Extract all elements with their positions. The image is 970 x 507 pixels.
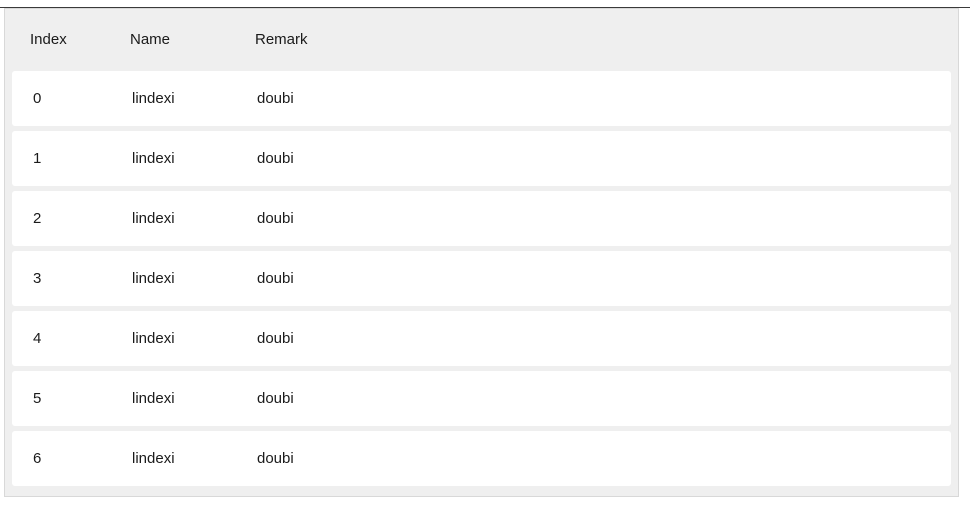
cell-remark: doubi bbox=[257, 90, 294, 107]
cell-index: 1 bbox=[33, 150, 42, 167]
cell-index: 6 bbox=[33, 450, 42, 467]
table-row[interactable]: 0 lindexi doubi bbox=[12, 71, 951, 126]
table-header-row: Index Name Remark bbox=[5, 9, 958, 71]
cell-name: lindexi bbox=[132, 270, 175, 287]
table-row[interactable]: 6 lindexi doubi bbox=[12, 431, 951, 486]
table-body: 0 lindexi doubi 1 lindexi doubi 2 lindex… bbox=[12, 71, 951, 491]
table-row[interactable]: 3 lindexi doubi bbox=[12, 251, 951, 306]
cell-index: 4 bbox=[33, 330, 42, 347]
page: Index Name Remark 0 lindexi doubi 1 lind… bbox=[0, 0, 970, 507]
cell-name: lindexi bbox=[132, 210, 175, 227]
column-header-remark[interactable]: Remark bbox=[255, 31, 308, 49]
cell-name: lindexi bbox=[132, 390, 175, 407]
column-header-index[interactable]: Index bbox=[30, 31, 67, 49]
data-grid: Index Name Remark 0 lindexi doubi 1 lind… bbox=[4, 8, 959, 497]
cell-index: 3 bbox=[33, 270, 42, 287]
table-row[interactable]: 5 lindexi doubi bbox=[12, 371, 951, 426]
table-row[interactable]: 1 lindexi doubi bbox=[12, 131, 951, 186]
cell-name: lindexi bbox=[132, 330, 175, 347]
cell-remark: doubi bbox=[257, 270, 294, 287]
cell-remark: doubi bbox=[257, 150, 294, 167]
cell-name: lindexi bbox=[132, 90, 175, 107]
cell-index: 5 bbox=[33, 390, 42, 407]
cell-remark: doubi bbox=[257, 450, 294, 467]
cell-remark: doubi bbox=[257, 390, 294, 407]
cell-name: lindexi bbox=[132, 150, 175, 167]
table-row[interactable]: 2 lindexi doubi bbox=[12, 191, 951, 246]
table-row[interactable]: 4 lindexi doubi bbox=[12, 311, 951, 366]
cell-index: 0 bbox=[33, 90, 42, 107]
cell-remark: doubi bbox=[257, 330, 294, 347]
column-header-name[interactable]: Name bbox=[130, 31, 170, 49]
cell-index: 2 bbox=[33, 210, 42, 227]
cell-name: lindexi bbox=[132, 450, 175, 467]
cell-remark: doubi bbox=[257, 210, 294, 227]
